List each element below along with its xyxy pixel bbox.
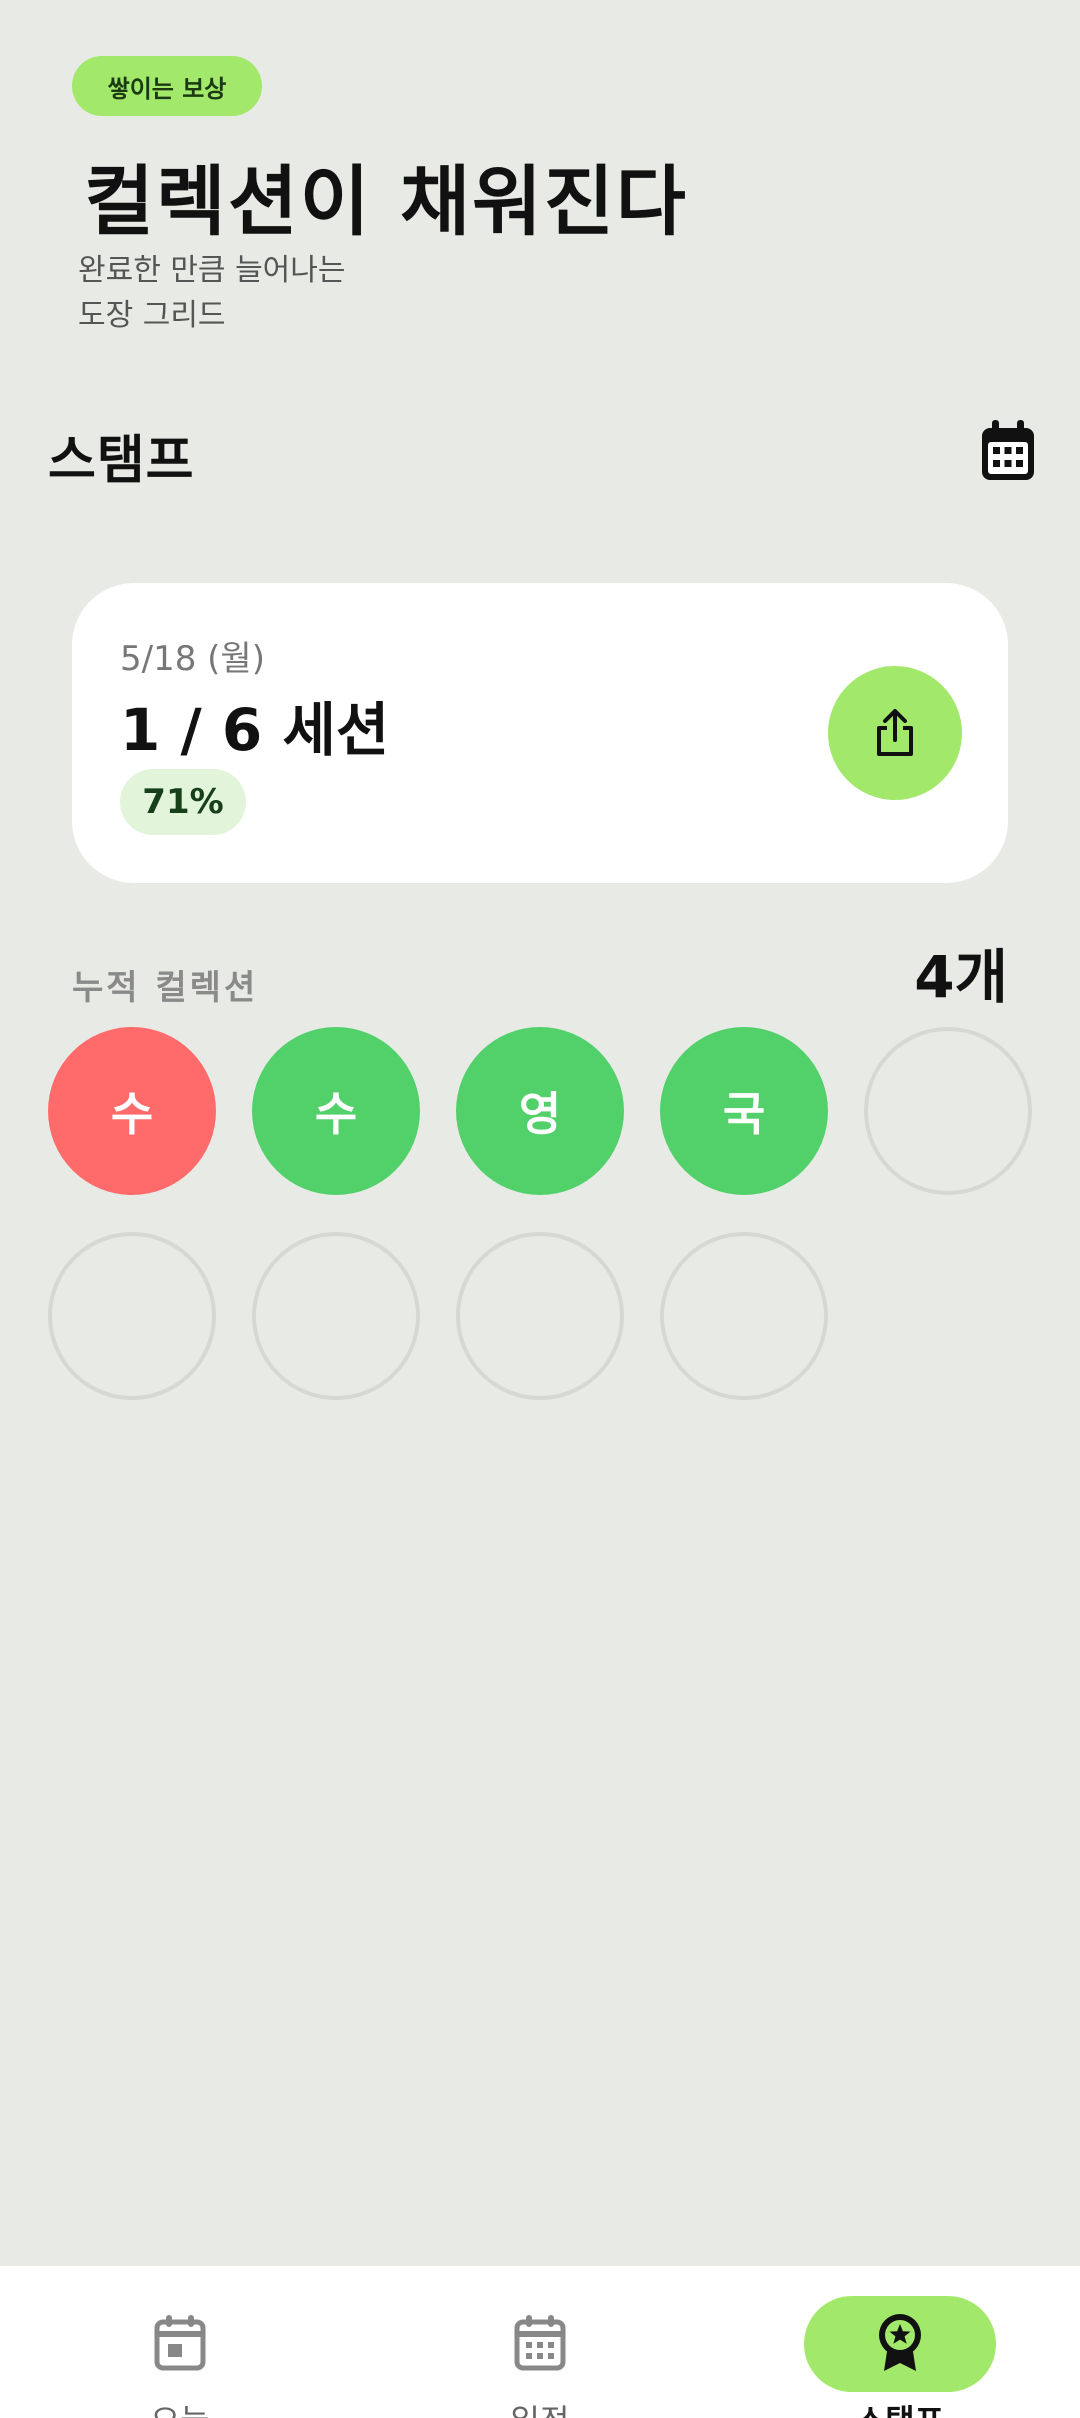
calendar-day-icon bbox=[154, 2315, 206, 2371]
stamp-slot-empty bbox=[48, 1232, 216, 1400]
stamp-item: 수 bbox=[48, 1027, 216, 1195]
promo-badge: 쌓이는 보상 bbox=[72, 56, 262, 116]
promo-subtitle-line-1: 완료한 만큼 늘어나는 bbox=[78, 253, 346, 288]
nav-label-today: 오늘 bbox=[80, 2396, 280, 2418]
card-date: 5/18 (월) bbox=[120, 639, 265, 679]
stamp-item: 영 bbox=[456, 1027, 624, 1195]
promo-subtitle-line-2: 도장 그리드 bbox=[78, 298, 226, 333]
stamp-slot-empty bbox=[252, 1232, 420, 1400]
collection-label: 누적 컬렉션 bbox=[72, 968, 259, 1008]
today-summary-card: 5/18 (월) 1 / 6 세션 71% bbox=[72, 583, 1008, 883]
page-title: 스탬프 bbox=[48, 431, 195, 491]
bottom-nav: 오늘 일정 bbox=[0, 2266, 1080, 2418]
collection-count: 4개 bbox=[914, 943, 1008, 1011]
calendar-icon bbox=[982, 420, 1034, 480]
stamp-slot-empty bbox=[660, 1232, 828, 1400]
progress-percent-badge: 71% bbox=[120, 769, 246, 835]
stamp-item: 수 bbox=[252, 1027, 420, 1195]
share-icon bbox=[877, 709, 913, 756]
calendar-grid-icon bbox=[514, 2315, 566, 2371]
share-button[interactable] bbox=[828, 666, 962, 800]
calendar-button[interactable] bbox=[976, 418, 1040, 484]
stamp-slot-empty bbox=[864, 1027, 1032, 1195]
stamp-item: 국 bbox=[660, 1027, 828, 1195]
nav-label-schedule: 일정 bbox=[440, 2396, 640, 2418]
promo-title: 컬렉션이 채워진다 bbox=[84, 157, 688, 246]
nav-item-stamp[interactable]: 스탬프 bbox=[800, 2266, 1000, 2418]
nav-item-schedule[interactable]: 일정 bbox=[440, 2266, 640, 2418]
card-sessions: 1 / 6 세션 bbox=[120, 696, 390, 764]
award-ribbon-icon bbox=[879, 2314, 921, 2371]
stamp-slot-empty bbox=[456, 1232, 624, 1400]
stamp-screen: 쌓이는 보상 컬렉션이 채워진다 완료한 만큼 늘어나는 도장 그리드 스탬프 … bbox=[0, 0, 1080, 2418]
nav-item-today[interactable]: 오늘 bbox=[80, 2266, 280, 2418]
nav-label-stamp: 스탬프 bbox=[800, 2396, 1000, 2418]
